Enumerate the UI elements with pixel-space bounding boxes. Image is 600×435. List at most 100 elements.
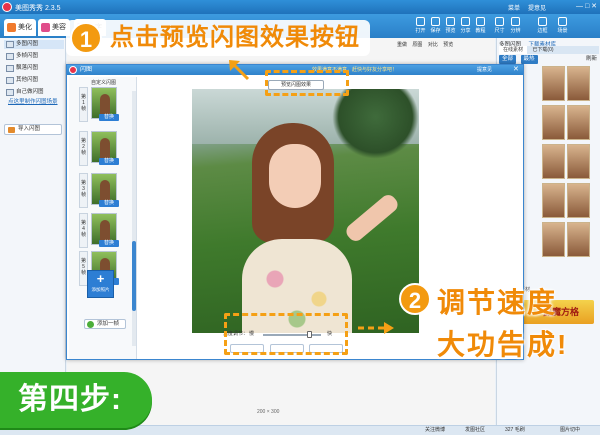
original-button[interactable]: 原图 xyxy=(412,42,422,48)
photo-face xyxy=(269,144,321,208)
compare-button[interactable]: 对比 xyxy=(428,42,438,48)
material-thumbnail[interactable] xyxy=(567,144,590,179)
step2-callout: 2 调节速度 大功告成! xyxy=(397,281,587,361)
step2-line2: 大功告成! xyxy=(437,329,569,360)
tab-downloaded[interactable]: 已下载(0) xyxy=(528,46,557,54)
photo-arm xyxy=(343,191,401,245)
workspace-preview-button[interactable]: 预览 xyxy=(443,42,453,48)
frame-item[interactable]: 第3帧替换 xyxy=(79,173,127,208)
import-button[interactable]: 导入闪图 xyxy=(4,124,62,135)
filter-all[interactable]: 全部 xyxy=(499,55,517,64)
dialog-logo-icon xyxy=(69,66,77,74)
left-item-multi-image[interactable]: 多图闪图 xyxy=(4,40,64,49)
frame-label: 第1帧 xyxy=(79,87,88,122)
follow-weibo-link[interactable]: 关注微博 xyxy=(425,426,445,435)
save-button[interactable]: 保存 xyxy=(428,17,443,34)
dialog-title: 闪图 xyxy=(80,67,93,73)
window-controls[interactable]: — □ ✕ xyxy=(567,2,597,12)
material-thumbnail[interactable] xyxy=(542,183,565,218)
material-thumbnail[interactable] xyxy=(567,222,590,257)
size-label: 尺寸 xyxy=(494,28,505,34)
tutorial-label: 教程 xyxy=(475,28,486,34)
status-right: 图片切中 xyxy=(560,427,581,433)
left-item-multi-frame[interactable]: 多帧闪图 xyxy=(4,52,64,61)
tab-label: 美化 xyxy=(18,24,32,31)
community-link[interactable]: 发图社区 xyxy=(465,426,485,435)
open-icon xyxy=(416,17,425,26)
preview-label: 预览 xyxy=(445,28,456,34)
left-item-falling[interactable]: 飘落闪图 xyxy=(4,64,64,73)
beautify-icon xyxy=(7,23,16,32)
scene-link[interactable]: 点这里制作闪图场景 xyxy=(4,98,64,107)
resolution-icon xyxy=(511,17,520,26)
app-title: 美图秀秀 2.3.5 xyxy=(15,5,61,12)
material-thumbnail[interactable] xyxy=(567,66,590,101)
left-item-label: 多帧闪图 xyxy=(16,53,39,59)
replace-button[interactable]: 替换 xyxy=(99,114,119,121)
save-label: 保存 xyxy=(430,28,441,34)
material-thumbnail[interactable] xyxy=(567,183,590,218)
replace-button[interactable]: 替换 xyxy=(99,240,119,247)
left-panel: 多图闪图 多帧闪图 飘落闪图 其他闪图 自己做闪图 点这里制作闪图场景 导入闪图 xyxy=(0,38,66,425)
filter-hot[interactable]: 最热 xyxy=(520,55,538,64)
resolution-label: 分辨 xyxy=(510,28,521,34)
tab-online[interactable]: 在线素材 xyxy=(499,46,528,54)
refresh-button[interactable]: 刷新 xyxy=(586,55,597,64)
preview-button-highlight xyxy=(265,70,349,96)
dialog-feedback-button[interactable]: 提意见 xyxy=(477,65,492,75)
preview-toolbar-button[interactable]: 预览 xyxy=(443,17,458,34)
falling-icon xyxy=(6,65,14,72)
right-panel-filter: 全部 最热 刷新 xyxy=(499,55,599,64)
left-item-other[interactable]: 其他闪图 xyxy=(4,76,64,85)
material-thumbnail[interactable] xyxy=(542,105,565,140)
import-label: 导入闪图 xyxy=(18,126,41,132)
frame-item[interactable]: 第4帧 替换 xyxy=(79,213,127,248)
frame-list: 自定义闪图 第1帧替换 第2帧替换 第3帧替换 第4帧替换 第5帧替换 xyxy=(69,77,137,359)
left-item-custom[interactable]: 自己做闪图 xyxy=(4,88,64,97)
share-button[interactable]: 分享 xyxy=(458,17,473,34)
frame-list-scrollbar[interactable] xyxy=(132,91,136,346)
add-frame-label: 添加一帧 xyxy=(97,321,120,327)
frame-item[interactable]: 第1帧替换 xyxy=(79,87,127,122)
app-title-bar: 美图秀秀 2.3.5 菜单 提意见 — □ ✕ xyxy=(0,0,600,14)
add-photo-button[interactable]: + 添加照片 xyxy=(87,270,114,298)
redo-button[interactable]: 重做 xyxy=(397,42,407,48)
material-thumbnail[interactable] xyxy=(542,222,565,257)
left-item-label: 飘落闪图 xyxy=(16,65,39,71)
frame-button[interactable]: 边框 xyxy=(535,17,550,34)
save-icon xyxy=(431,17,440,26)
open-button[interactable]: 打开 xyxy=(413,17,428,34)
menu-button[interactable]: 菜单 xyxy=(508,3,520,12)
image-dimensions: 200 × 300 xyxy=(257,409,280,415)
material-thumbnail[interactable] xyxy=(542,66,565,101)
share-label: 分享 xyxy=(460,28,471,34)
open-label: 打开 xyxy=(415,28,426,34)
arrow-right-icon xyxy=(358,322,394,334)
photo-tree xyxy=(332,89,419,159)
size-button[interactable]: 尺寸 xyxy=(492,17,507,34)
plus-icon: + xyxy=(96,271,105,286)
dialog-close-icon[interactable]: ✕ xyxy=(513,65,519,75)
frame-label: 边框 xyxy=(537,28,548,34)
frame-label: 第3帧 xyxy=(79,173,88,208)
resolution-button[interactable]: 分辨 xyxy=(508,17,523,34)
add-frame-button[interactable]: 添加一帧 xyxy=(84,319,126,329)
step1-badge: 1 xyxy=(70,22,102,54)
tutorial-button[interactable]: 教程 xyxy=(473,17,488,34)
import-icon xyxy=(8,127,15,133)
replace-button[interactable]: 替换 xyxy=(99,158,119,165)
app-logo-icon xyxy=(2,2,12,12)
tab-beautify[interactable]: 美化 xyxy=(4,19,36,36)
feedback-button[interactable]: 提意见 xyxy=(528,3,546,12)
material-thumbnail[interactable] xyxy=(567,105,590,140)
share-icon xyxy=(461,17,470,26)
replace-button[interactable]: 替换 xyxy=(99,200,119,207)
step2-badge: 2 xyxy=(399,283,431,315)
step4-banner: 第四步: xyxy=(0,372,152,428)
material-thumbnail[interactable] xyxy=(542,144,565,179)
scene-button[interactable]: 场景 xyxy=(555,17,570,34)
scrollbar-thumb[interactable] xyxy=(132,241,136,311)
tutorial-icon xyxy=(476,17,485,26)
frame-icon xyxy=(538,17,547,26)
frame-item[interactable]: 第2帧 替换 xyxy=(79,131,127,166)
